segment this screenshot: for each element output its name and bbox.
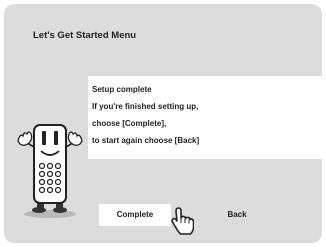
message-panel: Setup complete If you're finished settin…: [88, 76, 322, 159]
complete-button[interactable]: Complete: [99, 204, 171, 226]
back-button[interactable]: Back: [209, 204, 265, 226]
message-line-1: Setup complete: [92, 85, 152, 94]
remote-control-mascot-icon: [17, 124, 83, 218]
message-line-3: choose [Complete],: [92, 119, 167, 128]
setup-screen: Let's Get Started Menu Setup complete If…: [4, 4, 322, 243]
message-line-2: If you're finished setting up,: [92, 102, 199, 111]
menu-title: Let's Get Started Menu: [33, 30, 137, 41]
pointing-hand-cursor-icon: [171, 207, 194, 235]
message-line-4: to start again choose [Back]: [92, 136, 200, 145]
